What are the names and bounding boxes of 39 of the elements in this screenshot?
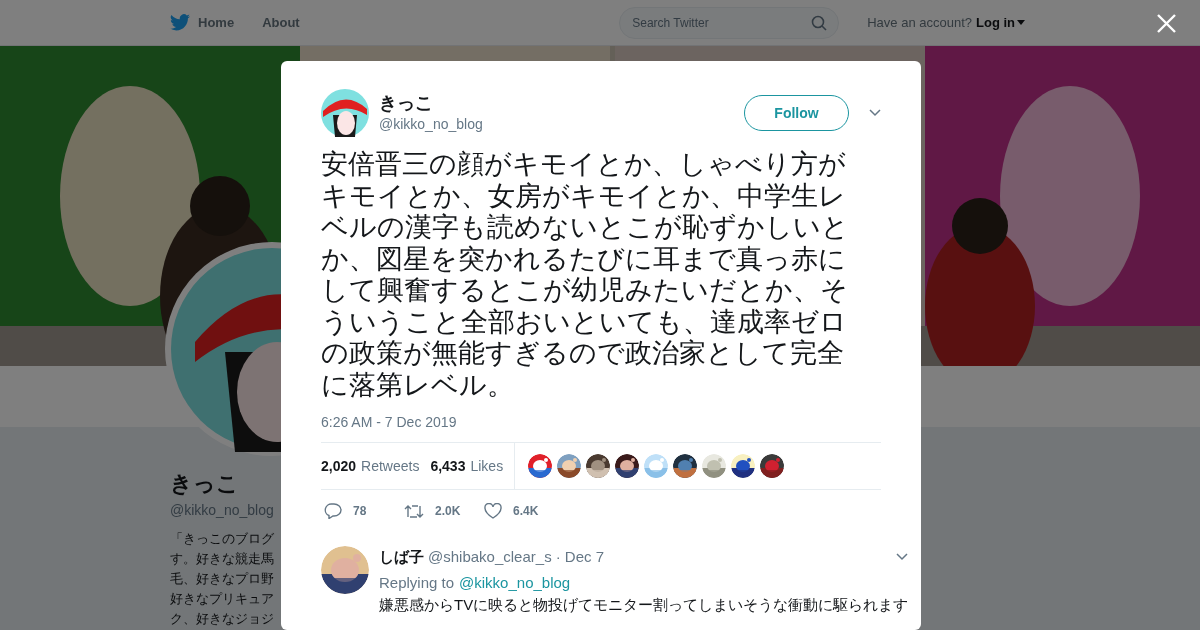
caret-icon <box>1017 20 1025 25</box>
replying-label: Replying to <box>379 572 455 593</box>
bio-line: ク、好きなジョジ <box>170 610 275 628</box>
heart-icon[interactable] <box>484 503 502 519</box>
bird-icon <box>170 14 190 31</box>
reply-author-name: しば子 <box>379 547 424 567</box>
search-icon[interactable] <box>811 14 828 31</box>
chevron-down-icon[interactable] <box>869 109 881 117</box>
retweets-count: 2,020 <box>321 456 357 476</box>
reply-text: 嫌悪感からTVに映ると物投げてモニター割ってしまいそうな衝動に駆られます <box>379 596 909 614</box>
about-link[interactable]: About <box>262 12 300 33</box>
author-handle: @kikko_no_blog <box>379 115 483 134</box>
reply-author-handle: @shibako_clear_s <box>428 547 552 567</box>
retweets-label: Retweets <box>361 456 420 476</box>
close-icon[interactable] <box>1157 14 1176 33</box>
bio-line: 好きなプリキュア <box>170 590 275 608</box>
search-field[interactable]: Search Twitter <box>619 6 840 39</box>
bio-line: す。好きな競走馬 <box>170 550 275 568</box>
action-count: 2.0K <box>435 503 461 520</box>
account-prompt: Have an account? <box>867 13 972 32</box>
action-count: 6.4K <box>513 503 539 520</box>
tweet-timestamp: 6:26 AM - 7 Dec 2019 <box>321 413 458 432</box>
home-link[interactable]: Home <box>170 12 235 33</box>
tweet-text: 安倍晋三の顔がキモイとか、しゃべり方がキモイとか、女房がキモイとか、中学生レベルの漢字も読めないとこが恥ずかしいとか、図星を突かれるたびに耳まで真っ赤にして興奮するとこが幼児みたいだとか、そういうこと全部おいといても、達成率ゼロの政策が無能すぎるので政治家として完全に落第レベル。 <box>321 149 850 401</box>
bio-line: 「きっこのブログ <box>170 530 275 548</box>
author-name: きっこ <box>379 92 434 114</box>
reply-date: · Dec 7 <box>555 547 604 567</box>
avatar-drawing <box>321 89 369 137</box>
bio-line: 毛、好きなプロ野 <box>170 570 275 588</box>
likes-count: 6,433 <box>430 456 466 476</box>
login-link[interactable]: Log in <box>976 12 1025 33</box>
profile-name: きっこ <box>170 470 240 498</box>
reply-icon[interactable] <box>324 503 342 519</box>
action-count: 78 <box>353 503 367 520</box>
profile-handle: @kikko_no_blog <box>170 501 275 520</box>
mention-link[interactable]: @kikko_no_blog <box>459 571 571 594</box>
likes-label: Likes <box>470 456 504 476</box>
chevron-down-icon[interactable] <box>896 553 909 562</box>
retweet-icon[interactable] <box>404 503 424 519</box>
